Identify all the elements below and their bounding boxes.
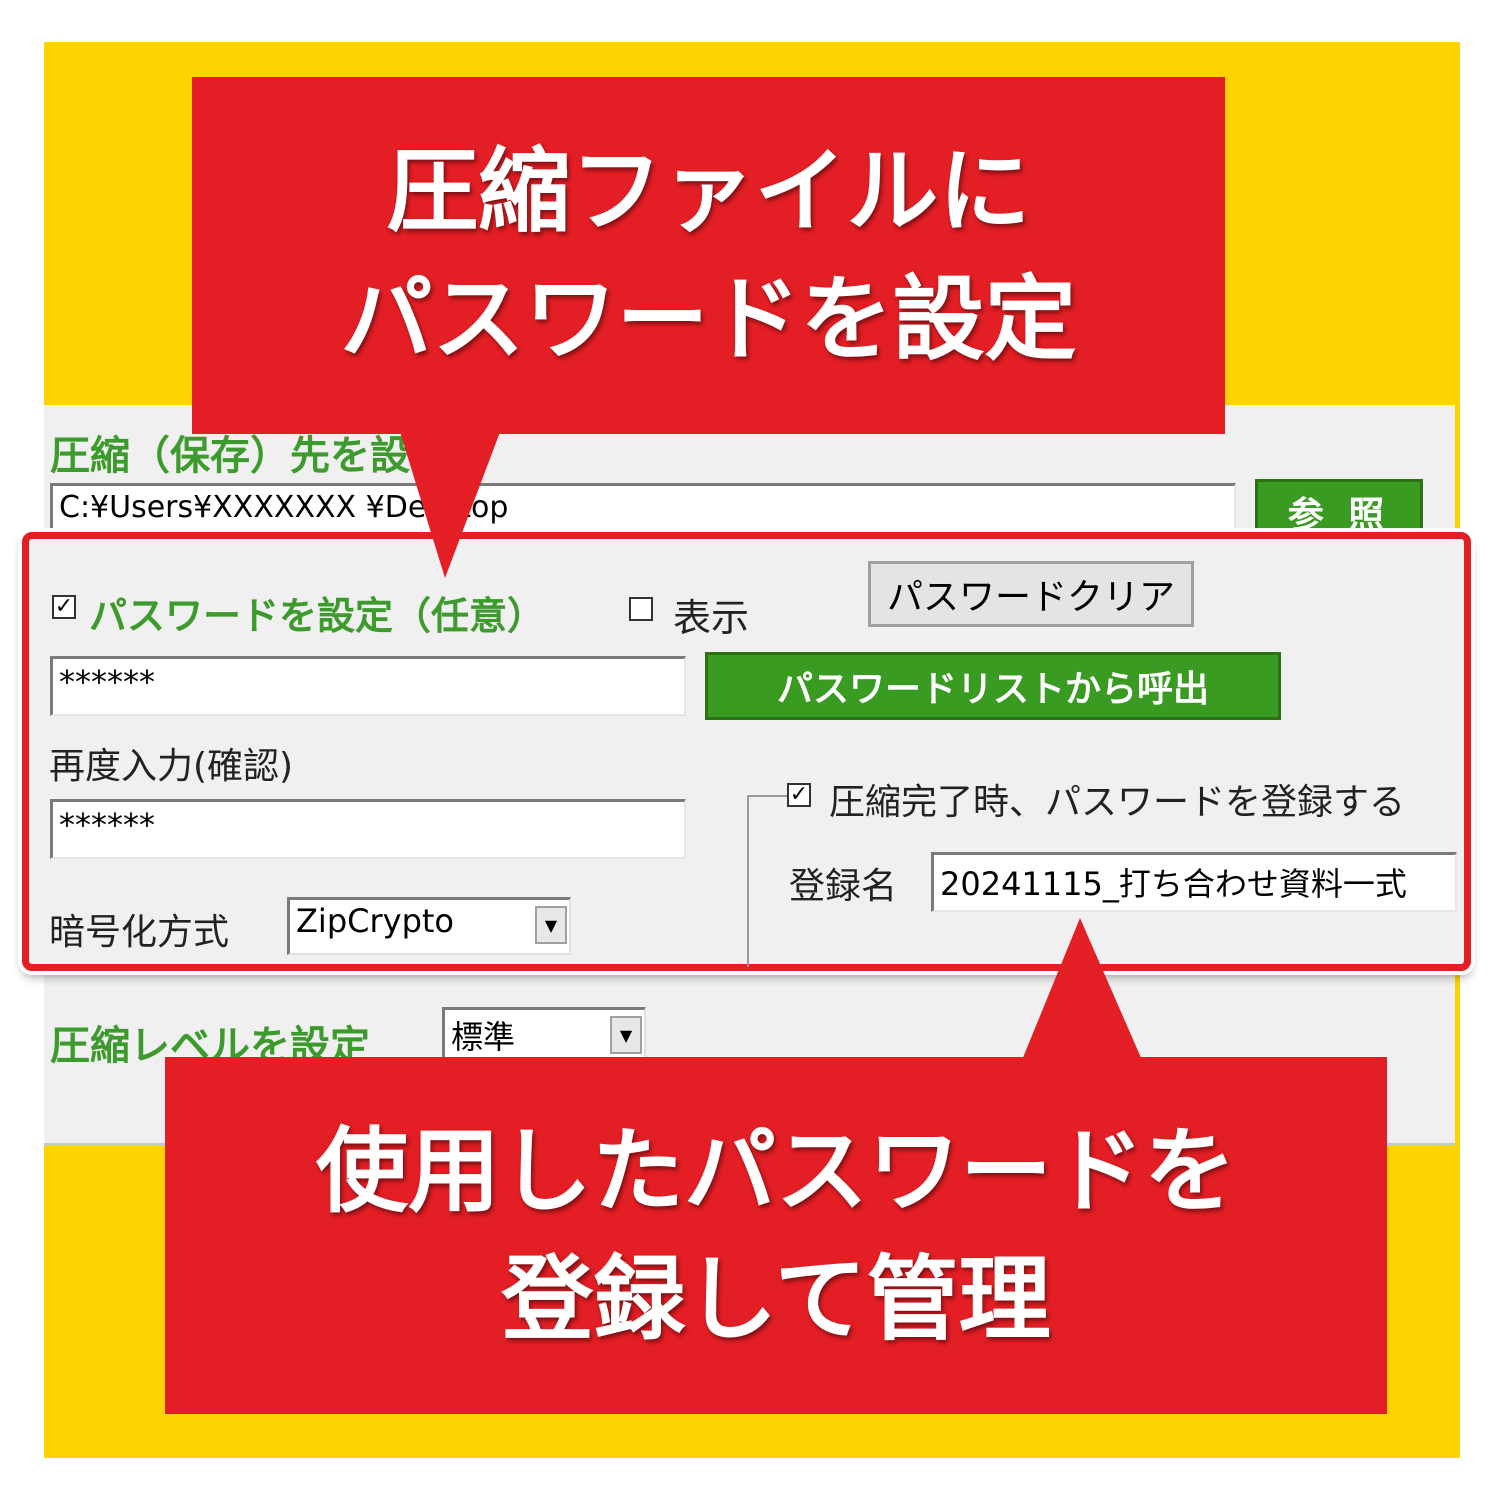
bottom-banner-line1: 使用したパスワードを [315, 1117, 1236, 1225]
bottom-banner-line2: 登録して管理 [501, 1245, 1051, 1353]
bottom-callout-banner: 使用したパスワードを 登録して管理 [165, 1057, 1387, 1414]
bottom-callout-pointer [1022, 918, 1142, 1060]
top-callout-pointer [400, 432, 500, 578]
